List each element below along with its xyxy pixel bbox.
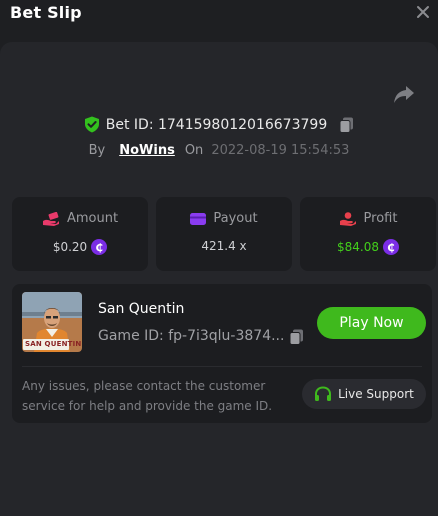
on-label: On <box>184 143 204 158</box>
game-thumbnail[interactable]: SAN QUENTIN <box>22 292 82 352</box>
headset-icon <box>315 385 332 401</box>
coin-icon: ₵ <box>91 239 108 255</box>
bet-date: 2022-08-19 15:54:53 <box>211 143 350 158</box>
game-card: SAN QUENTIN San Quentin Game ID: fp-7i3q… <box>12 284 432 423</box>
payout-card: Payout 421.4 x <box>156 197 292 271</box>
coin-icon: ₵ <box>383 239 399 255</box>
amount-label: Amount <box>66 211 119 226</box>
copy-icon[interactable] <box>289 329 304 345</box>
bet-meta-row: By NoWins On 2022-08-19 15:54:53 <box>0 143 438 161</box>
payout-value: 421.4 x <box>201 239 247 253</box>
page-title: Bet Slip <box>10 3 82 22</box>
shield-check-icon <box>84 116 99 133</box>
profit-card: Profit $84.08 ₵ <box>300 197 436 271</box>
divider <box>22 366 422 367</box>
support-notice: Any issues, please contact the customer … <box>22 379 273 413</box>
thumbnail-text: SAN QUENTIN <box>25 340 82 348</box>
bet-slip-header: Bet Slip <box>0 0 438 42</box>
wallet-icon <box>190 212 207 225</box>
bet-slip-panel <box>0 42 438 516</box>
share-icon[interactable] <box>393 84 415 104</box>
profit-value: $84.08 <box>337 240 379 254</box>
profit-label: Profit <box>363 211 398 226</box>
payout-label: Payout <box>213 211 258 226</box>
by-label: By <box>88 143 106 158</box>
close-icon[interactable] <box>416 5 430 19</box>
username-link[interactable]: NoWins <box>119 143 175 158</box>
bet-id: Bet ID: 1741598012016673799 <box>105 116 328 133</box>
play-now-button[interactable]: Play Now <box>317 307 426 339</box>
amount-card: Amount $0.20 ₵ <box>12 197 148 271</box>
live-support-label: Live Support <box>338 387 414 401</box>
amount-value: $0.20 <box>52 240 88 254</box>
bet-id-row: Bet ID: 1741598012016673799 <box>0 116 438 136</box>
user-hand-icon <box>339 211 356 226</box>
copy-icon[interactable] <box>339 117 354 133</box>
hand-money-icon <box>42 211 59 226</box>
game-id: Game ID: fp-7i3qlu-3874... <box>98 328 285 344</box>
live-support-button[interactable]: Live Support <box>302 379 426 409</box>
game-name: San Quentin <box>98 301 185 317</box>
